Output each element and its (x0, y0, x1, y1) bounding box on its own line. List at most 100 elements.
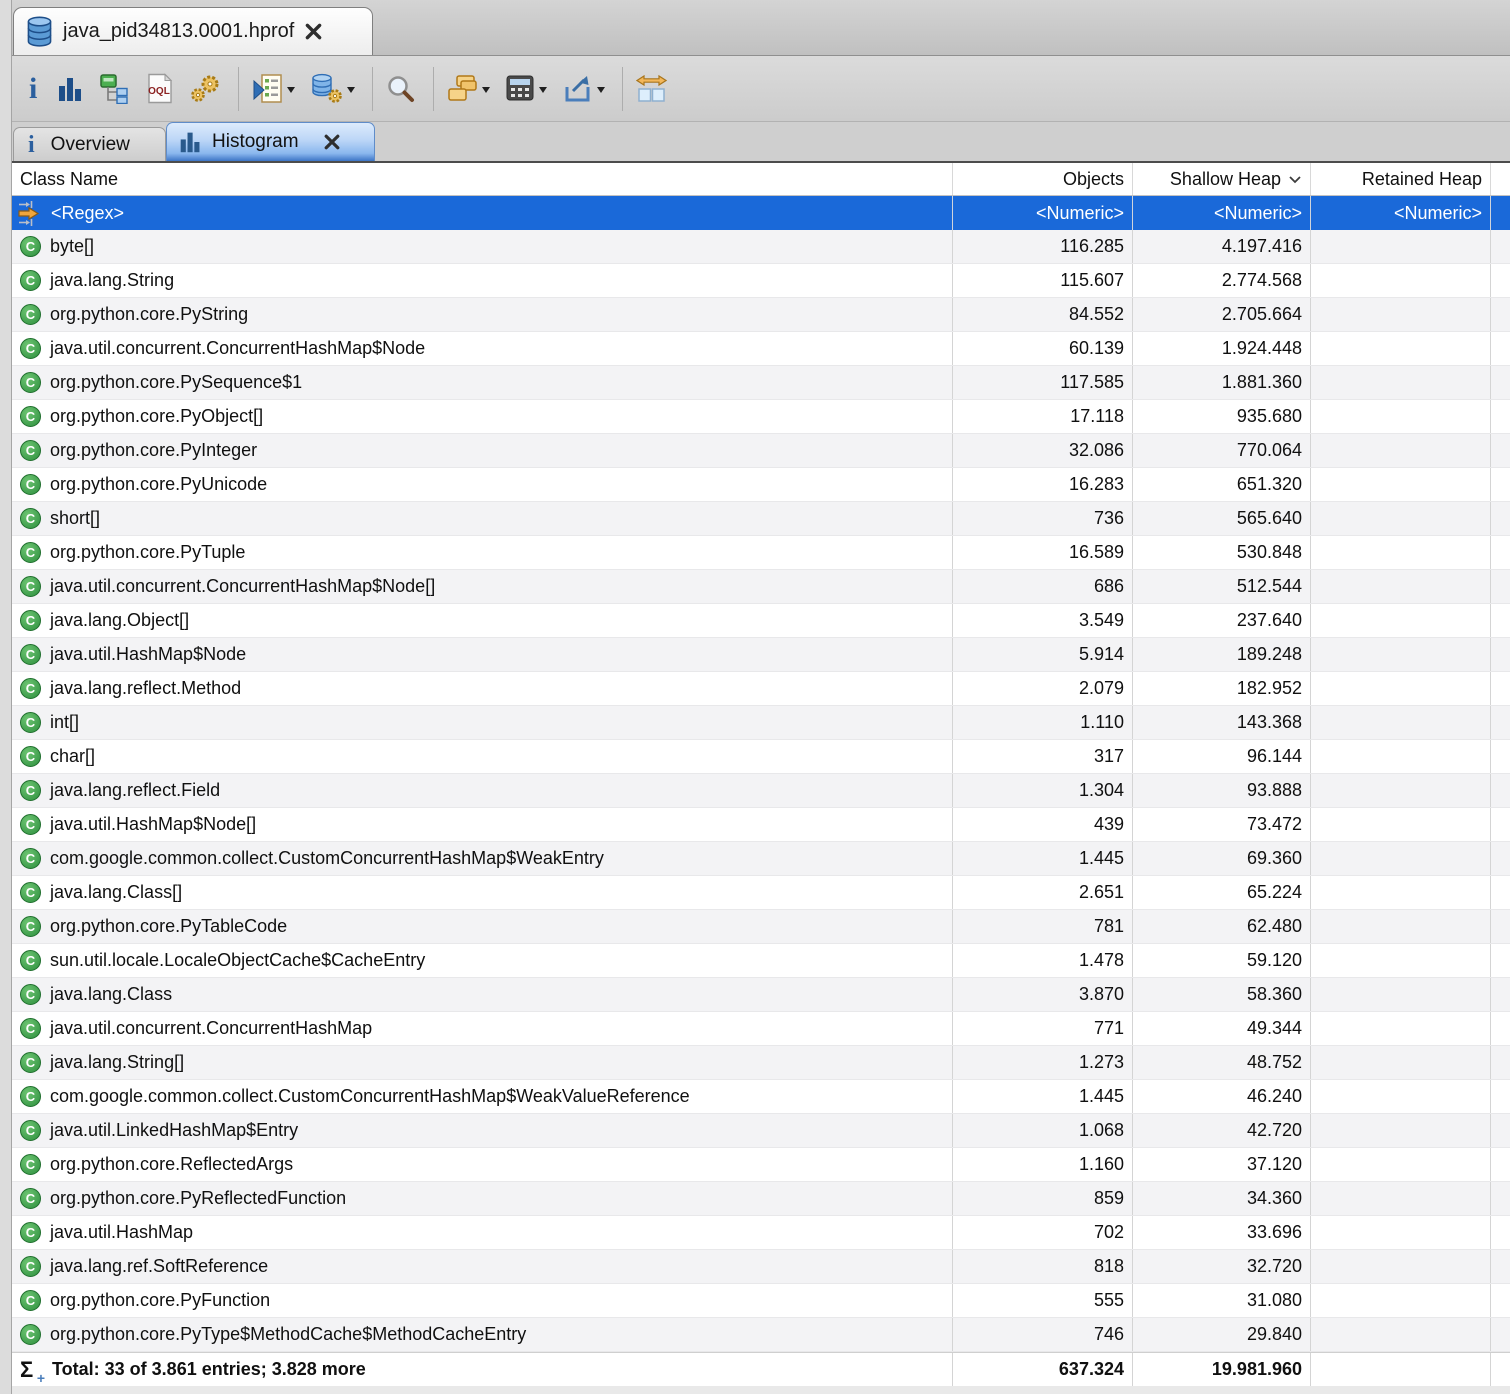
objects-value: 116.285 (952, 230, 1132, 263)
table-row[interactable]: C org.python.core.PyTuple 16.589 530.848 (12, 536, 1510, 570)
table-row[interactable]: C sun.util.locale.LocaleObjectCache$Cach… (12, 944, 1510, 978)
dominator-tree-icon (100, 73, 130, 104)
objects-value: 818 (952, 1250, 1132, 1283)
table-row[interactable]: C java.lang.ref.SoftReference 818 32.720 (12, 1250, 1510, 1284)
table-row[interactable]: C byte[] 116.285 4.197.416 (12, 230, 1510, 264)
table-row[interactable]: C java.lang.Class 3.870 58.360 (12, 978, 1510, 1012)
compare-button[interactable] (633, 71, 670, 107)
regex-filter-field[interactable]: <Regex> (51, 203, 124, 224)
table-row[interactable]: C org.python.core.PyFunction 555 31.080 (12, 1284, 1510, 1318)
objects-value: 1.445 (952, 842, 1132, 875)
class-icon: C (20, 950, 41, 971)
export-button[interactable] (560, 71, 608, 106)
dominator-tree-button[interactable] (97, 70, 133, 107)
class-icon: C (20, 1120, 41, 1141)
histogram-button[interactable] (54, 72, 87, 106)
dropdown-arrow-icon[interactable] (287, 87, 295, 97)
table-row[interactable]: C char[] 317 96.144 (12, 740, 1510, 774)
objects-value: 555 (952, 1284, 1132, 1317)
objects-value: 2.079 (952, 672, 1132, 705)
compare-tables-icon (636, 74, 667, 104)
numeric-filter-field[interactable]: <Numeric> (952, 196, 1132, 230)
retained-heap-value (1310, 1284, 1490, 1317)
expert-tests-button[interactable] (187, 70, 224, 107)
info-button[interactable]: i (22, 71, 44, 107)
table-row[interactable]: C short[] 736 565.640 (12, 502, 1510, 536)
group-by-button[interactable] (444, 72, 493, 106)
table-row[interactable]: C java.lang.Object[] 3.549 237.640 (12, 604, 1510, 638)
retained-heap-value (1310, 978, 1490, 1011)
filter-row[interactable]: <Regex> <Numeric> <Numeric> <Numeric> (12, 196, 1510, 230)
table-row[interactable]: C int[] 1.110 143.368 (12, 706, 1510, 740)
table-row[interactable]: C org.python.core.PyUnicode 16.283 651.3… (12, 468, 1510, 502)
table-row[interactable]: C java.lang.String 115.607 2.774.568 (12, 264, 1510, 298)
table-row[interactable]: C org.python.core.PySequence$1 117.585 1… (12, 366, 1510, 400)
table-row[interactable]: C java.util.concurrent.ConcurrentHashMap… (12, 570, 1510, 604)
dropdown-arrow-icon[interactable] (347, 87, 355, 97)
toolbar-separator (238, 67, 239, 111)
column-header-retained-heap[interactable]: Retained Heap (1310, 163, 1490, 195)
class-icon: C (20, 644, 41, 665)
class-name: int[] (50, 712, 79, 733)
tab-histogram[interactable]: Histogram (166, 122, 375, 161)
table-row[interactable]: C com.google.common.collect.CustomConcur… (12, 1080, 1510, 1114)
dropdown-arrow-icon[interactable] (539, 87, 547, 97)
retained-heap-value (1310, 1012, 1490, 1045)
query-browser-button[interactable] (308, 70, 358, 107)
heap-dump-editor-tab[interactable]: java_pid34813.0001.hprof (13, 7, 373, 55)
class-icon: C (20, 882, 41, 903)
dropdown-arrow-icon[interactable] (482, 87, 490, 97)
table-row[interactable]: C java.lang.String[] 1.273 48.752 (12, 1046, 1510, 1080)
table-row[interactable]: C com.google.common.collect.CustomConcur… (12, 842, 1510, 876)
table-row[interactable]: C org.python.core.PyString 84.552 2.705.… (12, 298, 1510, 332)
objects-value: 439 (952, 808, 1132, 841)
column-header-shallow-heap[interactable]: Shallow Heap (1132, 163, 1310, 195)
close-icon[interactable] (323, 133, 341, 151)
toolbar-separator (433, 67, 434, 111)
table-row[interactable]: C org.python.core.PyReflectedFunction 85… (12, 1182, 1510, 1216)
table-row[interactable]: C org.python.core.PyTableCode 781 62.480 (12, 910, 1510, 944)
class-icon: C (20, 1256, 41, 1277)
class-name: java.lang.Object[] (50, 610, 189, 631)
table-row[interactable]: C org.python.core.PyInteger 32.086 770.0… (12, 434, 1510, 468)
table-row[interactable]: C java.util.HashMap 702 33.696 (12, 1216, 1510, 1250)
dropdown-arrow-icon[interactable] (597, 87, 605, 97)
table-row[interactable]: C org.python.core.ReflectedArgs 1.160 37… (12, 1148, 1510, 1182)
numeric-filter-field[interactable]: <Numeric> (1310, 196, 1490, 230)
table-row[interactable]: C java.lang.reflect.Method 2.079 182.952 (12, 672, 1510, 706)
retained-heap-value (1310, 536, 1490, 569)
table-row[interactable]: C java.util.LinkedHashMap$Entry 1.068 42… (12, 1114, 1510, 1148)
column-header-class-name[interactable]: Class Name (12, 163, 952, 195)
table-row[interactable]: C java.util.concurrent.ConcurrentHashMap… (12, 332, 1510, 366)
tab-overview[interactable]: i Overview (13, 127, 166, 161)
close-icon[interactable] (304, 22, 323, 41)
shallow-heap-value: 1.881.360 (1132, 366, 1310, 399)
class-name: java.lang.reflect.Method (50, 678, 241, 699)
class-icon: C (20, 712, 41, 733)
class-name: short[] (50, 508, 100, 529)
table-row[interactable]: C java.util.HashMap$Node[] 439 73.472 (12, 808, 1510, 842)
table-row[interactable]: C java.lang.Class[] 2.651 65.224 (12, 876, 1510, 910)
numeric-filter-field[interactable]: <Numeric> (1132, 196, 1310, 230)
class-icon: C (20, 474, 41, 495)
table-row[interactable]: C java.util.HashMap$Node 5.914 189.248 (12, 638, 1510, 672)
table-row[interactable]: C java.lang.reflect.Field 1.304 93.888 (12, 774, 1510, 808)
retained-heap-value (1310, 434, 1490, 467)
calculator-button[interactable] (503, 72, 550, 105)
run-report-button[interactable] (249, 70, 298, 107)
search-button[interactable] (383, 71, 419, 107)
class-icon: C (20, 1324, 41, 1345)
oql-button[interactable]: OQL (143, 70, 177, 107)
table-row[interactable]: C org.python.core.PyObject[] 17.118 935.… (12, 400, 1510, 434)
total-label: Total: 33 of 3.861 entries; 3.828 more (52, 1359, 366, 1380)
class-name: java.util.HashMap$Node[] (50, 814, 256, 835)
objects-value: 1.160 (952, 1148, 1132, 1181)
shallow-heap-value: 530.848 (1132, 536, 1310, 569)
total-shallow-heap: 19.981.960 (1132, 1353, 1310, 1386)
histogram-icon (57, 75, 84, 103)
column-header-objects[interactable]: Objects (952, 163, 1132, 195)
table-row[interactable]: C java.util.concurrent.ConcurrentHashMap… (12, 1012, 1510, 1046)
retained-heap-value (1310, 1148, 1490, 1181)
table-row[interactable]: C org.python.core.PyType$MethodCache$Met… (12, 1318, 1510, 1352)
objects-value: 1.110 (952, 706, 1132, 739)
